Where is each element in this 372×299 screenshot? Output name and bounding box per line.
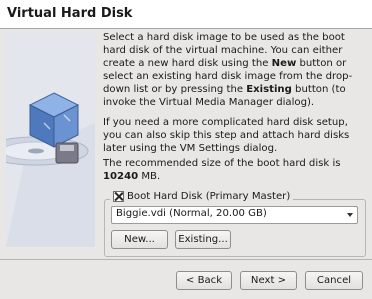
checkbox-checked-icon[interactable] [113,191,124,202]
advanced-setup-paragraph: If you need a more complicated hard disk… [103,117,350,155]
recommended-size-paragraph: The recommended size of the boot hard di… [103,157,365,183]
recommended-size-unit: MB. [138,171,161,183]
new-disk-button[interactable]: New... [111,230,168,249]
instructions-paragraph: Select a hard disk image to be used as t… [103,31,365,110]
hard-disk-select[interactable]: Biggie.vdi (Normal, 20.00 GB) [111,206,358,224]
dialog-title: Virtual Hard Disk [7,6,133,21]
footer-divider [0,259,372,260]
virtualbox-cube-disk-icon [6,33,95,247]
dialog-header: Virtual Hard Disk [0,0,372,28]
hard-disk-select-value: Biggie.vdi (Normal, 20.00 GB) [116,208,267,219]
existing-disk-button[interactable]: Existing... [175,230,231,249]
next-button[interactable]: Next > [240,271,297,290]
boot-disk-checkbox-label: Boot Hard Disk (Primary Master) [127,191,291,202]
header-divider [0,28,372,29]
instructions-new-emphasis: New [271,58,297,70]
boot-disk-checkbox[interactable]: Boot Hard Disk (Primary Master) [110,191,294,202]
back-button[interactable]: < Back [176,271,232,290]
instructions-existing-emphasis: Existing [246,84,292,96]
cancel-button[interactable]: Cancel [305,271,363,290]
recommended-size-value: 10240 [103,171,139,183]
recommended-size-text: The recommended size of the boot hard di… [103,158,341,169]
chevron-down-icon[interactable] [347,213,353,217]
